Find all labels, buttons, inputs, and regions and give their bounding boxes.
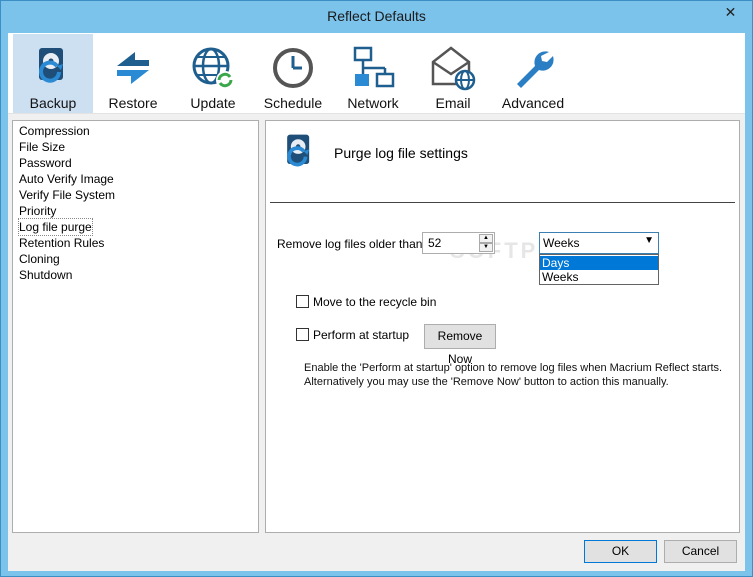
toolbar-email-label: Email bbox=[435, 95, 471, 111]
toolbar-schedule[interactable]: Schedule bbox=[253, 34, 333, 113]
dialog-client-area: Backup Restore Update Schedule Network E… bbox=[8, 33, 745, 571]
email-icon bbox=[431, 46, 476, 91]
toolbar-restore-label: Restore bbox=[108, 95, 158, 111]
sidebar-item-shutdown[interactable]: Shutdown bbox=[19, 267, 72, 283]
toolbar-network-label: Network bbox=[347, 95, 399, 111]
restore-arrows-icon bbox=[117, 52, 149, 84]
unit-select[interactable]: Weeks ▼ bbox=[539, 232, 659, 254]
toolbar-backup-label: Backup bbox=[29, 95, 77, 111]
cancel-button[interactable]: Cancel bbox=[664, 540, 737, 563]
toolbar-advanced[interactable]: Advanced bbox=[493, 34, 573, 113]
age-spinner[interactable]: 52 ▲ ▼ bbox=[422, 232, 495, 254]
dialog-window: Reflect Defaults ✕ Backup Restore Update… bbox=[0, 0, 753, 577]
toolbar-network[interactable]: Network bbox=[333, 34, 413, 113]
title-bar[interactable]: Reflect Defaults ✕ bbox=[1, 1, 752, 33]
recycle-bin-checkbox[interactable] bbox=[296, 295, 309, 308]
info-text-line-1: Enable the 'Perform at startup' option t… bbox=[304, 362, 723, 374]
sidebar-item-file-size[interactable]: File Size bbox=[19, 139, 65, 155]
close-button[interactable]: ✕ bbox=[715, 2, 746, 23]
remove-now-button[interactable]: Remove Now bbox=[424, 324, 496, 366]
window-title: Reflect Defaults bbox=[327, 8, 426, 24]
backup-drive-icon bbox=[39, 48, 63, 83]
perform-at-startup-checkbox[interactable] bbox=[296, 328, 309, 341]
settings-category-list: Compression File Size Password Auto Veri… bbox=[12, 120, 259, 533]
toolbar-restore[interactable]: Restore bbox=[93, 34, 173, 113]
toolbar-update[interactable]: Update bbox=[173, 34, 253, 113]
perform-at-startup-label: Perform at startup bbox=[313, 328, 410, 342]
sidebar-item-compression[interactable]: Compression bbox=[19, 123, 90, 139]
backup-drive-icon bbox=[287, 134, 310, 167]
section-divider bbox=[270, 202, 735, 203]
chevron-down-icon: ▼ bbox=[644, 235, 654, 246]
recycle-bin-label: Move to the recycle bin bbox=[313, 295, 437, 309]
sidebar-item-priority[interactable]: Priority bbox=[19, 203, 56, 219]
toolbar-email[interactable]: Email bbox=[413, 34, 493, 113]
sidebar-item-auto-verify-image[interactable]: Auto Verify Image bbox=[19, 171, 114, 187]
ok-button[interactable]: OK bbox=[584, 540, 657, 563]
toolbar-backup[interactable]: Backup bbox=[13, 34, 93, 113]
unit-dropdown-list: Days Weeks bbox=[539, 254, 659, 285]
toolbar-advanced-label: Advanced bbox=[501, 95, 565, 111]
update-globe-icon bbox=[192, 47, 234, 89]
network-icon bbox=[353, 46, 395, 88]
sidebar-item-cloning[interactable]: Cloning bbox=[19, 251, 60, 267]
toolbar-update-label: Update bbox=[190, 95, 236, 111]
age-value: 52 bbox=[428, 236, 442, 250]
clock-icon bbox=[273, 48, 313, 88]
section-title: Purge log file settings bbox=[334, 145, 468, 161]
info-text-line-2: Alternatively you may use the 'Remove No… bbox=[304, 376, 669, 388]
spin-down-button[interactable]: ▼ bbox=[479, 243, 493, 252]
sidebar-item-retention-rules[interactable]: Retention Rules bbox=[19, 235, 104, 251]
toolbar-schedule-label: Schedule bbox=[263, 95, 323, 111]
sidebar-item-password[interactable]: Password bbox=[19, 155, 72, 171]
wrench-icon bbox=[517, 51, 554, 88]
category-toolbar: Backup Restore Update Schedule Network E… bbox=[8, 33, 745, 114]
close-icon: ✕ bbox=[724, 4, 737, 20]
spin-up-button[interactable]: ▲ bbox=[479, 234, 493, 243]
remove-older-label: Remove log files older than bbox=[277, 237, 423, 251]
sidebar-item-log-file-purge[interactable]: Log file purge bbox=[18, 218, 93, 236]
sidebar-item-verify-file-system[interactable]: Verify File System bbox=[19, 187, 115, 203]
unit-option-weeks[interactable]: Weeks bbox=[540, 270, 658, 284]
log-purge-settings-panel: Purge log file settings SOFTPEDIA Remove… bbox=[265, 120, 740, 533]
unit-option-days[interactable]: Days bbox=[540, 256, 658, 270]
unit-selected-value: Weeks bbox=[543, 236, 580, 250]
